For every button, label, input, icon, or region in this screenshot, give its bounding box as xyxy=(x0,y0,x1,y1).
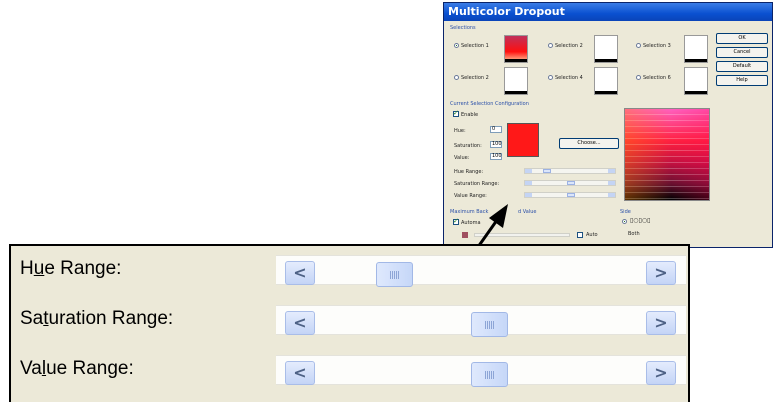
selection-label: Selection 4 xyxy=(555,75,583,81)
chevron-right-icon[interactable] xyxy=(608,193,615,197)
selection-label: Selection 1 xyxy=(461,43,489,49)
zoom-saturation-range-slider[interactable]: < > xyxy=(276,305,686,337)
side-radio[interactable] xyxy=(622,219,627,224)
selection-swatch[interactable] xyxy=(504,67,528,95)
zoom-saturation-range-label: Saturation Range: xyxy=(20,308,174,329)
selection-label: Selection 6 xyxy=(643,75,671,81)
help-button[interactable]: Help xyxy=(716,75,768,86)
selection-swatch[interactable] xyxy=(594,67,618,95)
side-icons: ▯○▯○▯ xyxy=(630,217,651,224)
selections-group-label: Selections xyxy=(450,25,476,31)
saturation-label: Saturation: xyxy=(454,143,482,149)
slider-thumb[interactable] xyxy=(567,193,575,197)
hue-range-row: Hue Range: < > xyxy=(11,246,688,296)
chevron-left-icon[interactable]: < xyxy=(285,261,315,285)
zoomed-range-panel: Hue Range: < > Saturation Range: < > Val… xyxy=(9,244,690,402)
value-range-row: Value Range: < > xyxy=(11,346,688,396)
value-field[interactable]: 100 xyxy=(490,153,502,160)
selection-radio[interactable] xyxy=(636,43,641,48)
saturation-range-label: Saturation Range: xyxy=(454,181,500,187)
selection-1-swatch[interactable] xyxy=(504,35,528,63)
choose-button[interactable]: Choose... xyxy=(559,138,619,149)
automatic-label: Automa xyxy=(461,220,481,226)
default-button[interactable]: Default xyxy=(716,61,768,72)
hue-range-slider[interactable] xyxy=(524,168,616,174)
selection-label: Selection 2 xyxy=(555,43,583,49)
color-palette[interactable] xyxy=(624,108,710,201)
slider-thumb[interactable] xyxy=(471,362,508,387)
selection-radio[interactable] xyxy=(454,75,459,80)
selection-radio[interactable] xyxy=(636,75,641,80)
max-color-swatch[interactable] xyxy=(462,232,468,238)
selection-swatch[interactable] xyxy=(594,35,618,63)
zoom-hue-range-label: Hue Range: xyxy=(20,258,122,279)
selection-radio[interactable] xyxy=(548,75,553,80)
chevron-left-icon[interactable] xyxy=(525,181,532,185)
saturation-range-slider[interactable] xyxy=(524,180,616,186)
chevron-left-icon[interactable] xyxy=(525,193,532,197)
ok-button[interactable]: OK xyxy=(716,33,768,44)
auto-checkbox[interactable] xyxy=(577,232,583,238)
max-value-slider[interactable] xyxy=(474,233,570,237)
zoom-value-range-label: Value Range: xyxy=(20,358,134,379)
value-range-slider[interactable] xyxy=(524,192,616,198)
side-group-label: Side xyxy=(620,209,631,215)
hue-range-label: Hue Range: xyxy=(454,169,484,175)
slider-thumb[interactable] xyxy=(471,312,508,337)
slider-thumb[interactable] xyxy=(567,181,575,185)
value-label: Value: xyxy=(454,155,470,161)
enable-label: Enable xyxy=(461,112,479,118)
selection-radio[interactable] xyxy=(454,43,459,48)
chevron-right-icon[interactable]: > xyxy=(646,361,676,385)
max-group-label: Maximum Back xyxy=(450,209,489,215)
enable-checkbox[interactable] xyxy=(453,109,459,117)
chevron-left-icon[interactable] xyxy=(525,169,532,173)
chevron-right-icon[interactable]: > xyxy=(646,261,676,285)
hue-label: Hue: xyxy=(454,128,466,134)
zoom-hue-range-slider[interactable]: < > xyxy=(276,255,686,287)
zoom-value-range-slider[interactable]: < > xyxy=(276,355,686,387)
cancel-button[interactable]: Cancel xyxy=(716,47,768,58)
chevron-right-icon[interactable]: > xyxy=(646,311,676,335)
hue-field[interactable]: 0 xyxy=(490,126,502,133)
side-value: Both xyxy=(628,231,640,237)
chevron-right-icon[interactable] xyxy=(608,169,615,173)
saturation-field[interactable]: 100 xyxy=(490,141,502,148)
chevron-left-icon[interactable]: < xyxy=(285,311,315,335)
slider-thumb[interactable] xyxy=(376,262,413,287)
auto-label: Auto xyxy=(586,232,598,238)
selection-swatch[interactable] xyxy=(684,67,708,95)
dialog-title: Multicolor Dropout xyxy=(444,3,772,21)
selection-radio[interactable] xyxy=(548,43,553,48)
slider-thumb[interactable] xyxy=(543,169,551,173)
multicolor-dropout-dialog: Multicolor Dropout Selections Selection … xyxy=(443,2,773,248)
automatic-checkbox[interactable] xyxy=(453,217,459,225)
selection-swatch[interactable] xyxy=(684,35,708,63)
selection-label: Selection 3 xyxy=(643,43,671,49)
current-color-swatch[interactable] xyxy=(507,123,539,157)
max-group-label-tail: d Value xyxy=(518,209,537,215)
config-group-label: Current Selection Configuration xyxy=(450,101,529,107)
selection-label: Selection 2 xyxy=(461,75,489,81)
saturation-range-row: Saturation Range: < > xyxy=(11,296,688,346)
value-range-label: Value Range: xyxy=(454,193,487,199)
chevron-left-icon[interactable]: < xyxy=(285,361,315,385)
chevron-right-icon[interactable] xyxy=(608,181,615,185)
